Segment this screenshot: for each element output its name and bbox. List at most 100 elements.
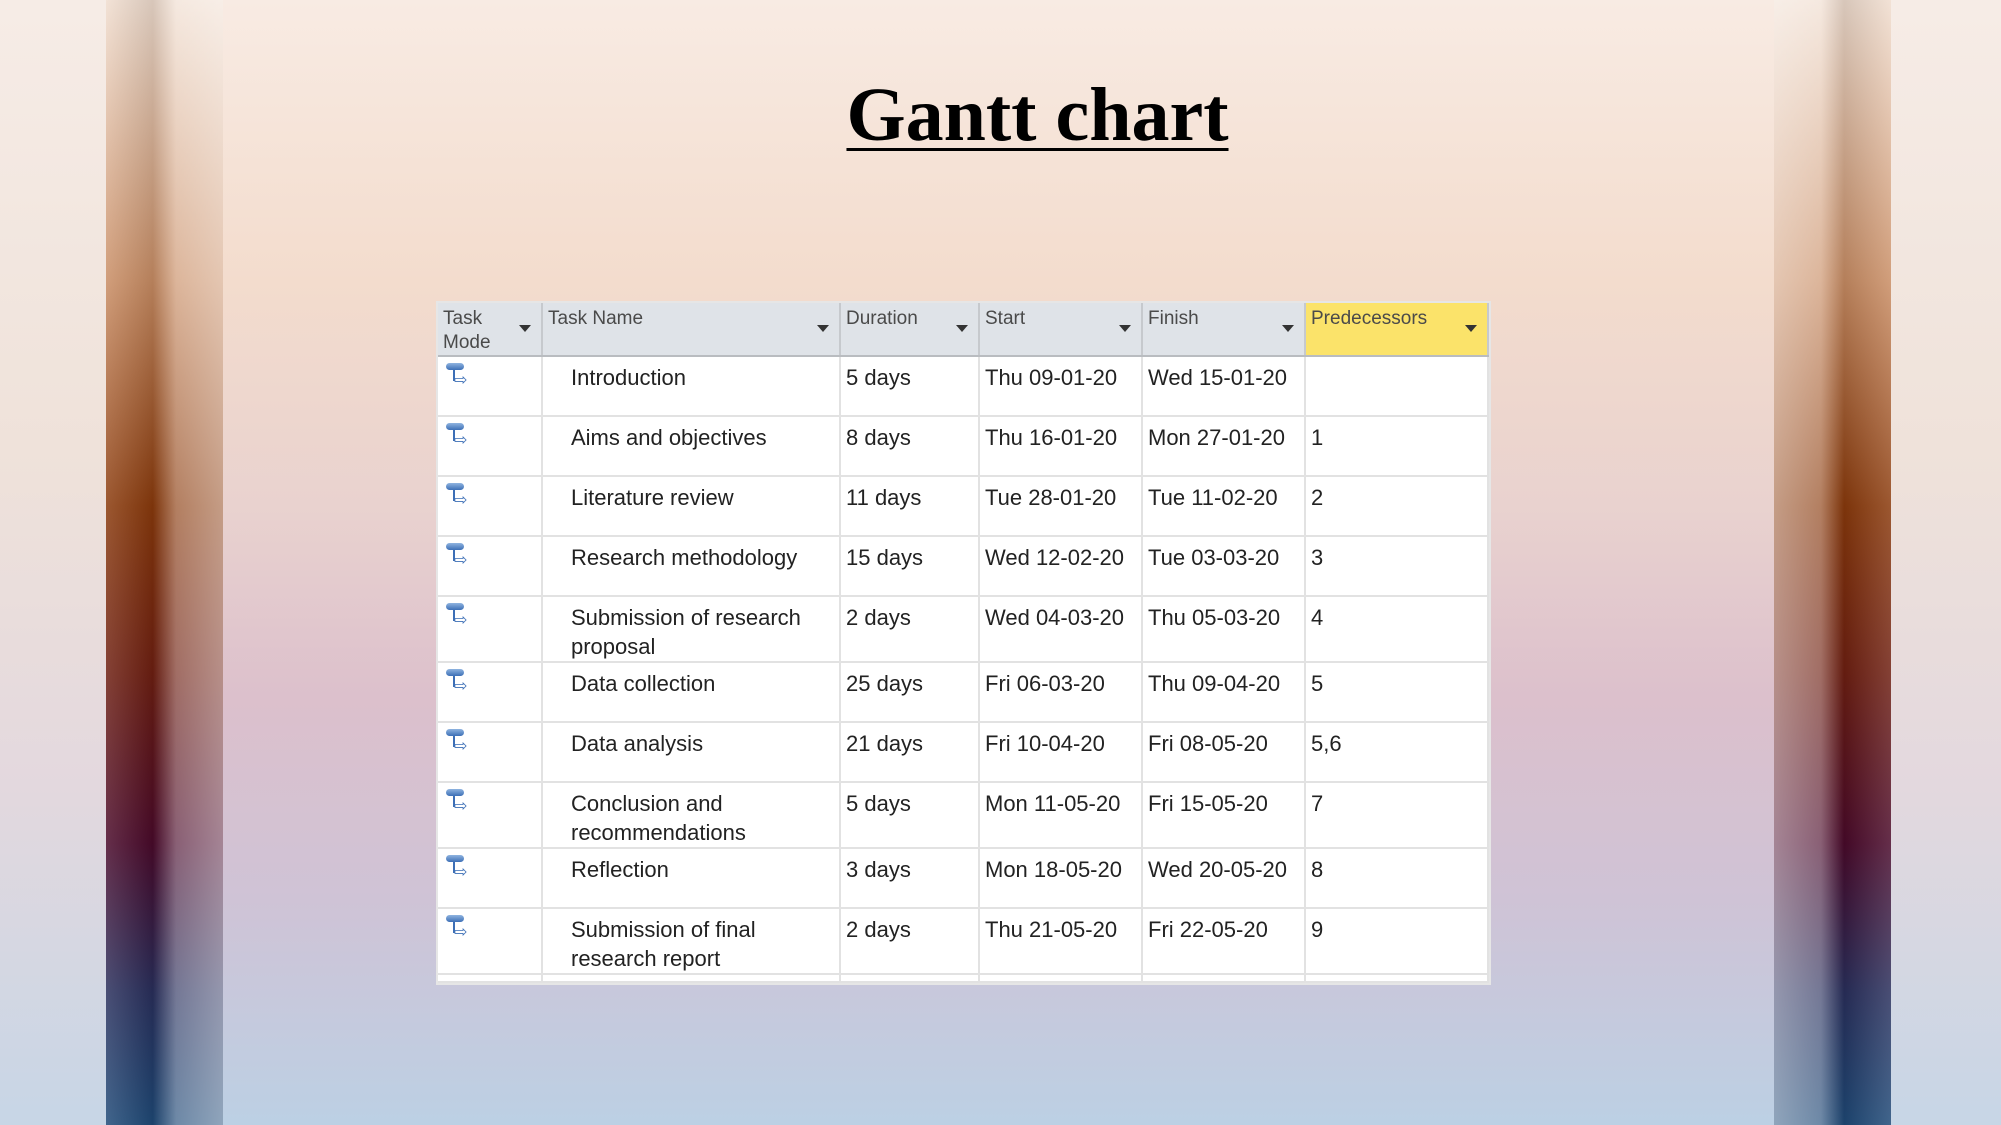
predecessors-cell[interactable] [1305, 356, 1489, 417]
auto-scheduled-task-icon: ⇨ [443, 667, 473, 697]
auto-scheduled-task-icon: ⇨ [443, 601, 473, 631]
predecessors-cell[interactable]: 9 [1305, 908, 1489, 975]
predecessors-cell[interactable]: 3 [1305, 536, 1489, 597]
table-row[interactable]: ⇨ Submission of research proposal 2 days We… [438, 596, 1489, 663]
task-mode-cell[interactable]: ⇨ [438, 416, 543, 477]
auto-scheduled-task-icon: ⇨ [443, 421, 473, 451]
finish-cell[interactable]: Wed 20-05-20 [1142, 848, 1306, 909]
task-name-cell[interactable]: Introduction [542, 356, 841, 417]
column-header-predecessors[interactable]: Predecessors [1305, 303, 1489, 357]
column-header-task-name[interactable]: Task Name [542, 303, 841, 357]
table-row[interactable]: ⇨ Reflection 3 days Mon 18-05-20 Wed 20-05-2… [438, 848, 1489, 909]
start-cell[interactable]: Mon 11-05-20 [979, 782, 1143, 849]
table-header-row: Task Mode Task Name Duration Start Finis… [438, 303, 1489, 357]
start-cell[interactable]: Mon 18-05-20 [979, 848, 1143, 909]
task-name-cell[interactable]: Conclusion and recommendations [542, 782, 841, 849]
right-margin [1891, 0, 2001, 1125]
duration-cell[interactable]: 25 days [840, 662, 980, 723]
task-mode-cell[interactable]: ⇨ [438, 536, 543, 597]
start-cell[interactable]: Thu 09-01-20 [979, 356, 1143, 417]
duration-cell[interactable]: 8 days [840, 416, 980, 477]
dropdown-arrow-icon[interactable] [1119, 325, 1131, 332]
task-mode-cell[interactable]: ⇨ [438, 596, 543, 663]
task-mode-cell[interactable]: ⇨ [438, 356, 543, 417]
auto-scheduled-task-icon: ⇨ [443, 787, 473, 817]
task-name-cell[interactable]: Reflection [542, 848, 841, 909]
task-name-cell[interactable]: Submission of final research report [542, 908, 841, 975]
column-header-start[interactable]: Start [979, 303, 1143, 357]
duration-cell[interactable]: 5 days [840, 782, 980, 849]
right-decorative-stripe [1774, 0, 1891, 1125]
task-name-cell[interactable]: Data collection [542, 662, 841, 723]
table-row[interactable]: ⇨ Submission of final research report 2 da… [438, 908, 1489, 975]
task-name-cell[interactable]: Research methodology [542, 536, 841, 597]
dropdown-arrow-icon[interactable] [817, 325, 829, 332]
task-name-cell[interactable]: Data analysis [542, 722, 841, 783]
predecessors-cell[interactable]: 7 [1305, 782, 1489, 849]
task-mode-cell[interactable]: ⇨ [438, 908, 543, 975]
duration-cell[interactable]: 11 days [840, 476, 980, 537]
task-name-cell[interactable]: Submission of research proposal [542, 596, 841, 663]
task-mode-cell[interactable]: ⇨ [438, 722, 543, 783]
duration-cell[interactable]: 2 days [840, 596, 980, 663]
predecessors-cell[interactable]: 5 [1305, 662, 1489, 723]
table-row[interactable]: ⇨ Data collection 25 days Fri 06-03-20 Thu 0… [438, 662, 1489, 723]
start-cell[interactable]: Thu 21-05-20 [979, 908, 1143, 975]
task-mode-cell[interactable]: ⇨ [438, 662, 543, 723]
finish-cell[interactable]: Thu 05-03-20 [1142, 596, 1306, 663]
predecessors-cell[interactable]: 4 [1305, 596, 1489, 663]
finish-cell[interactable]: Tue 11-02-20 [1142, 476, 1306, 537]
auto-scheduled-task-icon: ⇨ [443, 727, 473, 757]
duration-cell[interactable]: 2 days [840, 908, 980, 975]
auto-scheduled-task-icon: ⇨ [443, 481, 473, 511]
task-mode-cell[interactable]: ⇨ [438, 782, 543, 849]
finish-cell[interactable]: Fri 22-05-20 [1142, 908, 1306, 975]
task-mode-cell[interactable]: ⇨ [438, 848, 543, 909]
finish-cell[interactable]: Wed 15-01-20 [1142, 356, 1306, 417]
table-row[interactable]: ⇨ Data analysis 21 days Fri 10-04-20 Fri 08-… [438, 722, 1489, 783]
column-header-finish[interactable]: Finish [1142, 303, 1306, 357]
start-cell[interactable]: Wed 12-02-20 [979, 536, 1143, 597]
task-name-cell[interactable]: Aims and objectives [542, 416, 841, 477]
auto-scheduled-task-icon: ⇨ [443, 853, 473, 883]
gantt-task-table: Task Mode Task Name Duration Start Finis… [438, 303, 1489, 983]
dropdown-arrow-icon[interactable] [1282, 325, 1294, 332]
table-row[interactable]: ⇨ Introduction 5 days Thu 09-01-20 Wed 15-01… [438, 356, 1489, 417]
task-mode-cell[interactable]: ⇨ [438, 476, 543, 537]
start-cell[interactable]: Fri 10-04-20 [979, 722, 1143, 783]
table-row[interactable]: ⇨ Literature review 11 days Tue 28-01-20 Tue… [438, 476, 1489, 537]
duration-cell[interactable]: 5 days [840, 356, 980, 417]
auto-scheduled-task-icon: ⇨ [443, 541, 473, 571]
empty-row [438, 974, 1489, 983]
table-row[interactable]: ⇨ Research methodology 15 days Wed 12-02-20… [438, 536, 1489, 597]
dropdown-arrow-icon[interactable] [1465, 325, 1477, 332]
left-decorative-stripe [106, 0, 223, 1125]
finish-cell[interactable]: Fri 08-05-20 [1142, 722, 1306, 783]
finish-cell[interactable]: Mon 27-01-20 [1142, 416, 1306, 477]
column-header-duration[interactable]: Duration [840, 303, 980, 357]
start-cell[interactable]: Tue 28-01-20 [979, 476, 1143, 537]
start-cell[interactable]: Thu 16-01-20 [979, 416, 1143, 477]
task-name-cell[interactable]: Literature review [542, 476, 841, 537]
finish-cell[interactable]: Thu 09-04-20 [1142, 662, 1306, 723]
table-row[interactable]: ⇨ Aims and objectives 8 days Thu 16-01-20 Mo… [438, 416, 1489, 477]
auto-scheduled-task-icon: ⇨ [443, 361, 473, 391]
column-header-task-mode[interactable]: Task Mode [438, 303, 543, 357]
dropdown-arrow-icon[interactable] [519, 325, 531, 332]
duration-cell[interactable]: 21 days [840, 722, 980, 783]
predecessors-cell[interactable]: 1 [1305, 416, 1489, 477]
table-row[interactable]: ⇨ Conclusion and recommendations 5 days Mon… [438, 782, 1489, 849]
start-cell[interactable]: Wed 04-03-20 [979, 596, 1143, 663]
finish-cell[interactable]: Tue 03-03-20 [1142, 536, 1306, 597]
predecessors-cell[interactable]: 2 [1305, 476, 1489, 537]
left-margin [0, 0, 106, 1125]
duration-cell[interactable]: 3 days [840, 848, 980, 909]
duration-cell[interactable]: 15 days [840, 536, 980, 597]
predecessors-cell[interactable]: 8 [1305, 848, 1489, 909]
start-cell[interactable]: Fri 06-03-20 [979, 662, 1143, 723]
slide-title: Gantt chart [846, 73, 1229, 157]
auto-scheduled-task-icon: ⇨ [443, 913, 473, 943]
dropdown-arrow-icon[interactable] [956, 325, 968, 332]
finish-cell[interactable]: Fri 15-05-20 [1142, 782, 1306, 849]
predecessors-cell[interactable]: 5,6 [1305, 722, 1489, 783]
